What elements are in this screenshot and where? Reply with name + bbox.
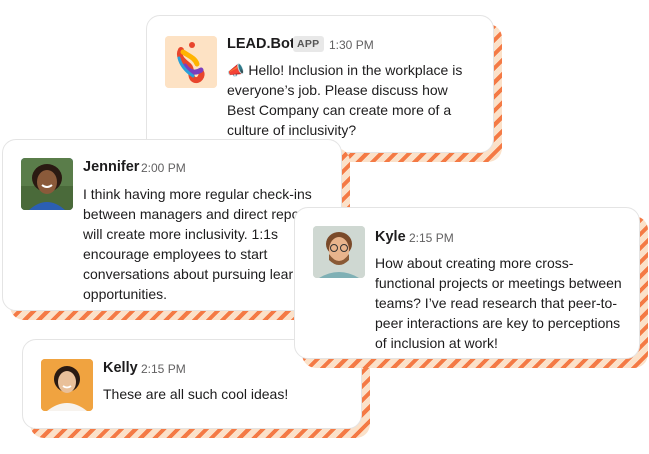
message-text: 📣 Hello! Inclusion in the workplace is e…	[227, 60, 477, 140]
message-timestamp[interactable]: 2:15 PM	[409, 231, 454, 245]
bot-avatar[interactable]	[165, 36, 217, 88]
message-body: How about creating more cross-functional…	[375, 255, 622, 351]
megaphone-icon: 📣	[227, 62, 245, 78]
message-kyle[interactable]: Kyle 2:15 PM How about creating more cro…	[294, 207, 640, 359]
message-timestamp[interactable]: 1:30 PM	[329, 38, 374, 52]
message-body: Hello! Inclusion in the workplace is eve…	[227, 62, 463, 138]
chat-collage: LEAD.Bot APP 1:30 PM 📣 Hello! Inclusion …	[0, 0, 649, 454]
message-timestamp[interactable]: 2:15 PM	[141, 362, 186, 376]
jennifer-avatar[interactable]	[21, 158, 73, 210]
kyle-avatar[interactable]	[313, 226, 365, 278]
kelly-avatar[interactable]	[41, 359, 93, 411]
sender-name[interactable]: Jennifer	[83, 159, 139, 175]
message-body: I think having more regular check-ins be…	[83, 186, 320, 302]
person-photo-icon	[313, 226, 365, 278]
person-photo-icon	[41, 359, 93, 411]
leadbot-logo-icon	[165, 36, 217, 88]
sender-name[interactable]: LEAD.Bot	[227, 36, 295, 52]
sender-name[interactable]: Kyle	[375, 229, 406, 245]
message-bot[interactable]: LEAD.Bot APP 1:30 PM 📣 Hello! Inclusion …	[146, 15, 494, 153]
sender-name[interactable]: Kelly	[103, 360, 138, 376]
person-photo-icon	[21, 158, 73, 210]
message-timestamp[interactable]: 2:00 PM	[141, 161, 186, 175]
message-body: These are all such cool ideas!	[103, 386, 289, 402]
message-jennifer[interactable]: Jennifer 2:00 PM I think having more reg…	[2, 139, 342, 311]
app-badge: APP	[293, 36, 324, 52]
